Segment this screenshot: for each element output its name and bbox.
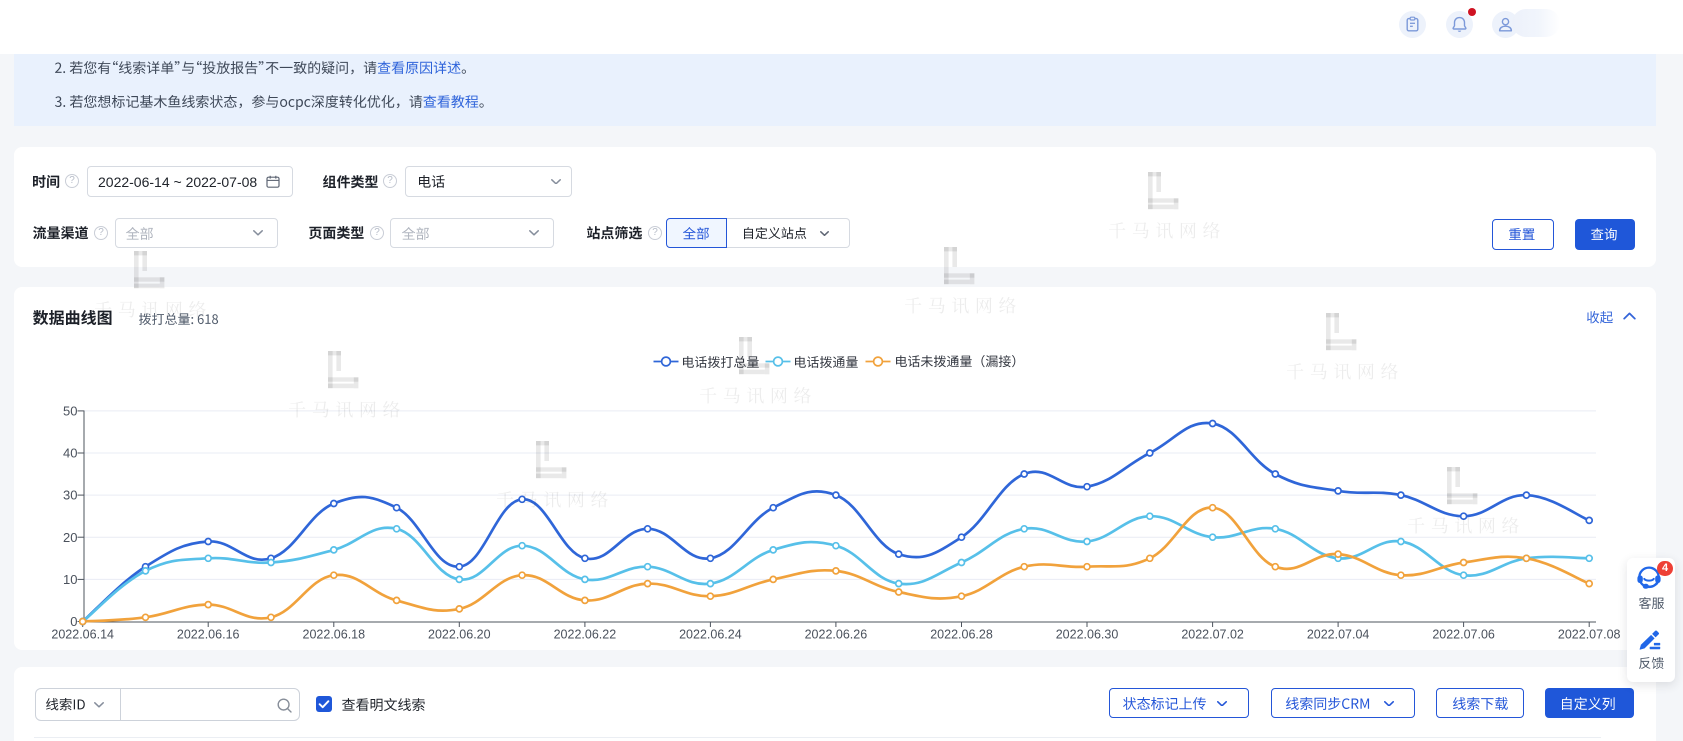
svg-text:30: 30 <box>63 488 77 503</box>
svg-text:2022.06.18: 2022.06.18 <box>303 628 366 642</box>
svg-text:2022.07.08: 2022.07.08 <box>1558 628 1621 642</box>
svg-text:2022.07.06: 2022.07.06 <box>1432 628 1495 642</box>
svg-text:2022.07.04: 2022.07.04 <box>1307 628 1370 642</box>
svg-text:2022.06.24: 2022.06.24 <box>679 628 742 642</box>
svg-text:2022.06.26: 2022.06.26 <box>805 628 868 642</box>
svg-text:2022.07.02: 2022.07.02 <box>1181 628 1244 642</box>
svg-text:2022.06.22: 2022.06.22 <box>554 628 617 642</box>
svg-text:2022.06.16: 2022.06.16 <box>177 628 240 642</box>
svg-text:2022.06.14: 2022.06.14 <box>51 628 114 642</box>
svg-text:2022.06.28: 2022.06.28 <box>930 628 993 642</box>
svg-text:2022.06.20: 2022.06.20 <box>428 628 491 642</box>
svg-text:2022.06.30: 2022.06.30 <box>1056 628 1119 642</box>
svg-text:40: 40 <box>63 446 77 461</box>
svg-text:20: 20 <box>63 530 77 545</box>
svg-text:10: 10 <box>63 572 77 587</box>
svg-text:50: 50 <box>63 404 77 419</box>
